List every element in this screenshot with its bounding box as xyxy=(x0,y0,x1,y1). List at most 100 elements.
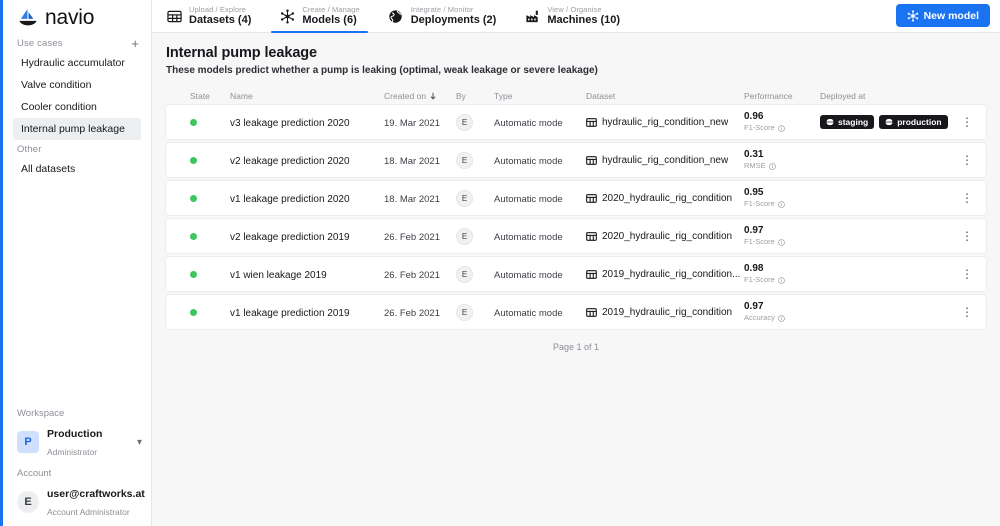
row-actions-menu-icon[interactable]: ⋮ xyxy=(961,306,973,318)
info-icon[interactable] xyxy=(778,200,785,208)
workspace-name: Production xyxy=(47,428,103,440)
column-header-created-on-label: Created on xyxy=(384,91,427,101)
status-badge[interactable]: production xyxy=(879,115,948,129)
row-author-avatar: E xyxy=(456,265,473,283)
workspace-avatar: P xyxy=(17,431,39,453)
row-dataset-label: 2020_hydraulic_rig_condition xyxy=(602,230,733,242)
column-header-deployed-at: Deployed at xyxy=(820,91,866,101)
row-dataset-label: hydraulic_rig_condition_new xyxy=(602,116,729,128)
sidebar-item-all-datasets[interactable]: All datasets xyxy=(13,158,141,180)
arrow-down-icon xyxy=(429,92,437,100)
column-header-dataset: Dataset xyxy=(586,91,616,101)
table-row[interactable]: v2 leakage prediction 2019 26. Feb 2021 … xyxy=(166,219,986,253)
row-dataset[interactable]: 2019_hydraulic_rig_condition xyxy=(586,307,744,318)
new-model-button[interactable]: New model xyxy=(895,4,990,27)
row-performance-metric: F1-Score xyxy=(744,237,775,246)
row-actions-menu-icon[interactable]: ⋮ xyxy=(961,154,973,166)
row-name: v1 wien leakage 2019 xyxy=(230,270,327,281)
workspace-section-label: Workspace xyxy=(17,408,65,419)
tab-models-eyebrow: Create / Manage xyxy=(302,5,360,14)
row-type: Automatic mode xyxy=(494,270,563,281)
row-performance-metric: RMSE xyxy=(744,161,766,170)
tab-deployments[interactable]: Integrate / Monitor Deployments (2) xyxy=(374,0,511,32)
chevron-updown-icon[interactable]: ▾ xyxy=(137,437,142,447)
column-header-name: Name xyxy=(230,91,253,101)
sailboat-icon xyxy=(17,7,39,29)
row-author-avatar: E xyxy=(456,113,473,131)
column-header-created-on[interactable]: Created on xyxy=(384,91,456,101)
plus-icon[interactable]: + xyxy=(131,37,139,50)
tab-models-text: Create / Manage Models (6) xyxy=(302,5,359,27)
status-dot-icon xyxy=(190,270,197,278)
tab-machines-text: View / Organise Machines (10) xyxy=(547,5,620,27)
table-grid-icon xyxy=(586,117,597,128)
models-table: State Name Created on By Type Dataset Pe… xyxy=(166,87,986,352)
row-created-on: 26. Feb 2021 xyxy=(384,308,440,319)
row-author-avatar: E xyxy=(456,151,473,169)
row-actions-menu-icon[interactable]: ⋮ xyxy=(961,192,973,204)
table-row[interactable]: v2 leakage prediction 2020 18. Mar 2021 … xyxy=(166,143,986,177)
info-icon[interactable] xyxy=(768,162,776,170)
info-icon[interactable] xyxy=(778,238,785,246)
other-section-header: Other xyxy=(3,140,151,158)
row-state xyxy=(168,232,216,240)
new-model-button-label: New model xyxy=(923,9,979,22)
row-dataset[interactable]: hydraulic_rig_condition_new xyxy=(586,155,744,166)
status-dot-icon xyxy=(190,232,197,240)
tab-machines[interactable]: View / Organise Machines (10) xyxy=(510,0,634,32)
other-nav: All datasets xyxy=(3,158,151,180)
other-label: Other xyxy=(17,143,42,155)
tab-deployments-eyebrow: Integrate / Monitor xyxy=(410,5,474,14)
workspace-text: Production Administrator xyxy=(47,424,129,460)
workspace-role: Administrator xyxy=(47,447,98,457)
column-header-by: By xyxy=(456,91,466,101)
row-performance-value: 0.97 xyxy=(744,301,764,312)
status-badge[interactable]: staging xyxy=(820,115,875,129)
table-row[interactable]: v1 wien leakage 2019 26. Feb 2021 E Auto… xyxy=(166,257,986,291)
row-performance-metric: F1-Score xyxy=(744,275,775,284)
tab-machines-eyebrow: View / Organise xyxy=(547,5,602,14)
account-menu[interactable]: E user@craftworks.at Account Administrat… xyxy=(3,482,152,524)
table-grid-icon xyxy=(586,193,597,204)
sidebar-item-hydraulic-accumulator[interactable]: Hydraulic accumulator xyxy=(13,52,141,74)
info-icon[interactable] xyxy=(778,124,785,132)
row-dataset[interactable]: 2019_hydraulic_rig_condition... xyxy=(586,269,744,280)
table-grid-icon xyxy=(586,307,597,318)
row-dataset[interactable]: 2020_hydraulic_rig_condition xyxy=(586,231,744,242)
workspace-switcher[interactable]: P Production Administrator ▾ xyxy=(3,422,152,464)
row-performance-metric: F1-Score xyxy=(744,123,775,132)
brand-logo[interactable]: navio xyxy=(3,0,151,34)
row-actions-menu-icon[interactable]: ⋮ xyxy=(961,230,973,242)
row-actions-menu-icon[interactable]: ⋮ xyxy=(961,268,973,280)
row-actions-menu-icon[interactable]: ⋮ xyxy=(961,116,973,128)
info-icon[interactable] xyxy=(778,276,785,284)
row-created-on: 18. Mar 2021 xyxy=(384,156,440,167)
row-dataset-label: 2019_hydraulic_rig_condition xyxy=(602,306,733,318)
row-name: v1 leakage prediction 2019 xyxy=(230,308,350,319)
tab-models[interactable]: Create / Manage Models (6) xyxy=(265,0,373,33)
row-performance-value: 0.95 xyxy=(744,187,764,198)
table-row[interactable]: v1 leakage prediction 2020 18. Mar 2021 … xyxy=(166,181,986,215)
tab-datasets-label: Datasets (4) xyxy=(189,14,252,26)
info-icon[interactable] xyxy=(778,314,785,322)
sidebar-item-cooler-condition[interactable]: Cooler condition xyxy=(13,96,141,118)
row-dataset[interactable]: 2020_hydraulic_rig_condition xyxy=(586,193,744,204)
table-row[interactable]: v3 leakage prediction 2020 19. Mar 2021 … xyxy=(166,105,986,139)
sidebar-item-internal-pump-leakage[interactable]: Internal pump leakage xyxy=(13,118,141,140)
row-dataset[interactable]: hydraulic_rig_condition_new xyxy=(586,117,744,128)
table-row[interactable]: v1 leakage prediction 2019 26. Feb 2021 … xyxy=(166,295,986,329)
row-state xyxy=(168,118,216,126)
row-author-avatar: E xyxy=(456,189,473,207)
tab-datasets-text: Upload / Explore Datasets (4) xyxy=(189,5,251,27)
row-type: Automatic mode xyxy=(494,194,563,205)
row-name: v2 leakage prediction 2020 xyxy=(230,156,350,167)
sidebar-item-valve-condition[interactable]: Valve condition xyxy=(13,74,141,96)
row-state xyxy=(168,270,216,278)
use-cases-nav: Hydraulic accumulator Valve condition Co… xyxy=(3,52,151,140)
row-dataset-label: hydraulic_rig_condition_new xyxy=(602,154,729,166)
row-type: Automatic mode xyxy=(494,232,563,243)
tab-datasets[interactable]: Upload / Explore Datasets (4) xyxy=(152,0,265,32)
row-state xyxy=(168,194,216,202)
column-header-state: State xyxy=(190,91,210,101)
row-performance-value: 0.97 xyxy=(744,225,764,236)
